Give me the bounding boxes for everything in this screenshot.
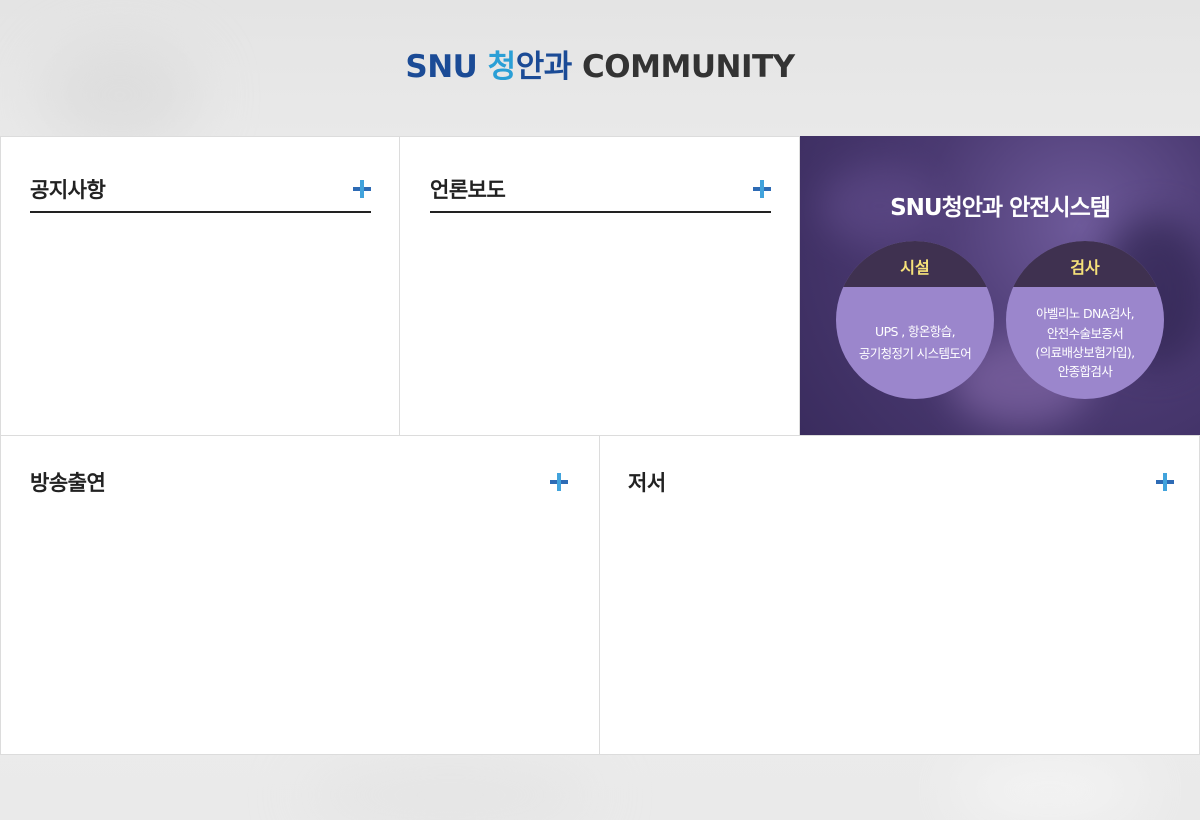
title-snu: SNU [405, 48, 478, 85]
books-title: 저서 [628, 471, 666, 495]
inspection-circle: 검사 아벨리노 DNA검사, 안전수술보증서 (의료배상보험가입), 안종합검사 [1006, 241, 1164, 399]
facility-line: UPS , 항온항습, [875, 324, 956, 340]
facility-line: 공기청정기 시스템도어 [858, 346, 972, 361]
safety-system-banner[interactable]: SNU청안과 안전시스템 시설 UPS , 항온항습, 공기청정기 시스템도어 … [800, 136, 1200, 436]
books-board: 저서 [599, 435, 1200, 755]
notice-underline [30, 211, 371, 213]
press-board: 언론보도 [399, 136, 800, 436]
press-underline [430, 211, 771, 213]
background-decoration [950, 760, 1150, 820]
title-cheong: 청 [487, 48, 517, 85]
inspection-description: 아벨리노 DNA검사, 안전수술보증서 (의료배상보험가입), 안종합검사 [1006, 287, 1164, 399]
inspection-line: 안종합검사 [1057, 364, 1113, 380]
facility-label: 시설 [900, 258, 930, 277]
title-community: COMMUNITY [582, 48, 795, 85]
books-more-plus-icon[interactable] [1156, 473, 1174, 491]
facility-description: UPS , 항온항습, 공기청정기 시스템도어 [836, 287, 994, 399]
facility-circle: 시설 UPS , 항온항습, 공기청정기 시스템도어 [836, 241, 994, 399]
banner-title: SNU청안과 안전시스템 [890, 195, 1111, 221]
broadcast-title: 방송출연 [30, 471, 106, 495]
press-more-plus-icon[interactable] [753, 180, 771, 198]
notice-more-plus-icon[interactable] [353, 180, 371, 198]
notice-board: 공지사항 [0, 136, 400, 436]
community-grid: 공지사항 언론보도 SNU청안과 안전시스템 시설 UPS , 항온항습, 공기… [0, 136, 1200, 755]
background-decoration [300, 770, 600, 820]
notice-title: 공지사항 [30, 178, 106, 202]
inspection-line: (의료배상보험가입), [1035, 345, 1135, 360]
press-title: 언론보도 [430, 178, 506, 202]
page-title: SNU 청안과 COMMUNITY [405, 41, 795, 86]
broadcast-more-plus-icon[interactable] [550, 473, 568, 491]
broadcast-board: 방송출연 [0, 435, 600, 755]
inspection-line: 아벨리노 DNA검사, [1036, 306, 1134, 322]
title-angwa: 안과 [515, 48, 573, 85]
inspection-label: 검사 [1070, 258, 1100, 277]
inspection-line: 안전수술보증서 [1046, 325, 1124, 341]
section-header: SNU 청안과 COMMUNITY [0, 0, 1200, 136]
